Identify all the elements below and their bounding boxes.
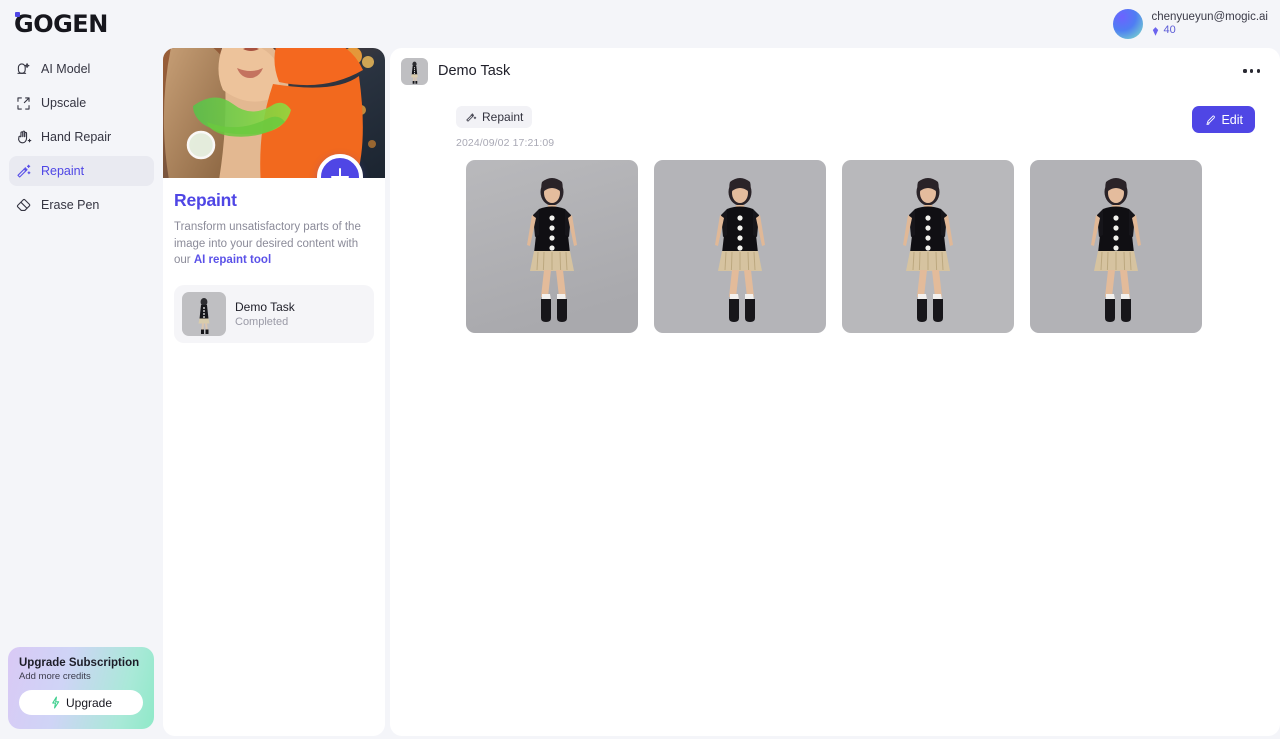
- upgrade-button-label: Upgrade: [65, 695, 113, 710]
- account-widget[interactable]: chenyueyun@mogic.ai 40: [1113, 9, 1268, 39]
- sidebar-item-upscale[interactable]: Upscale: [9, 88, 154, 118]
- gallery-image[interactable]: [1030, 160, 1202, 333]
- tool-panel: Repaint Transform unsatisfactory parts o…: [163, 48, 385, 736]
- edit-button-label: Edit: [1221, 112, 1243, 127]
- task-name: Demo Task: [235, 300, 295, 315]
- sidebar-item-label: AI Model: [41, 62, 91, 76]
- gem-icon: [1153, 26, 1159, 36]
- brush-icon: [1206, 114, 1216, 125]
- sidebar-item-label: Erase Pen: [41, 198, 100, 212]
- credits-badge: 40: [1151, 24, 1268, 38]
- upgrade-title: Upgrade Subscription: [19, 657, 140, 669]
- lightning-bolt-icon: [52, 696, 60, 709]
- status-badge-label: Repaint: [482, 110, 524, 124]
- model-photo: [466, 160, 638, 333]
- upgrade-button[interactable]: Upgrade: [19, 690, 143, 715]
- upscale-icon: [17, 96, 30, 110]
- model-photo: [654, 160, 826, 333]
- ai-repaint-tool-link[interactable]: AI repaint tool: [194, 254, 271, 266]
- ai-model-icon: [17, 62, 30, 74]
- credits-count: 40: [1163, 24, 1176, 37]
- sidebar-item-ai-model[interactable]: AI Model: [9, 54, 154, 84]
- page-title: Demo Task: [438, 63, 511, 79]
- hand-repair-icon: [18, 130, 32, 143]
- repaint-hero-image: [163, 48, 385, 178]
- task-thumbnail: [182, 292, 226, 337]
- task-meta-row: Repaint 2024/09/02 17:21:09 Edit: [390, 94, 1280, 149]
- gallery-image[interactable]: [842, 160, 1014, 333]
- dot: [1256, 69, 1260, 73]
- app-logo[interactable]: GOGEN: [14, 10, 108, 38]
- gallery-image[interactable]: [466, 160, 638, 333]
- model-photo: [842, 160, 1014, 333]
- upgrade-subtitle: Add more credits: [19, 671, 91, 682]
- eraser-icon: [16, 198, 31, 211]
- task-list-item[interactable]: Demo Task Completed: [174, 285, 374, 344]
- model-thumbnail: [401, 57, 428, 85]
- account-email: chenyueyun@mogic.ai: [1151, 10, 1268, 23]
- edit-button[interactable]: Edit: [1192, 106, 1255, 133]
- sidebar-item-label: Upscale: [41, 96, 87, 110]
- panel-title: Repaint: [174, 190, 237, 210]
- sidebar-item-label: Repaint: [41, 164, 85, 178]
- more-horizontal-icon[interactable]: [1241, 63, 1262, 78]
- task-timestamp: 2024/09/02 17:21:09: [456, 137, 555, 149]
- gallery-image[interactable]: [654, 160, 826, 333]
- magic-wand-icon: [466, 113, 477, 122]
- avatar: [1113, 9, 1144, 39]
- sidebar-item-erase-pen[interactable]: Erase Pen: [9, 190, 154, 220]
- task-header: Demo Task: [390, 48, 1280, 94]
- sidebar-item-repaint[interactable]: Repaint: [9, 156, 154, 186]
- status-badge: Repaint: [456, 106, 533, 128]
- model-photo: [1030, 160, 1202, 333]
- task-header-thumbnail: [401, 57, 428, 85]
- dot: [1250, 69, 1254, 73]
- result-gallery: [390, 149, 1280, 333]
- magic-wand-icon: [17, 164, 31, 178]
- dot: [1243, 69, 1247, 73]
- model-thumbnail: [182, 292, 226, 337]
- upgrade-subscription-card: Upgrade Subscription Add more credits Up…: [8, 647, 154, 729]
- main-content-panel: Demo Task Repaint 2024/09/02 17:21:09 Ed…: [390, 48, 1280, 736]
- sidebar-item-label: Hand Repair: [41, 130, 112, 144]
- panel-description: Transform unsatisfactory parts of the im…: [174, 219, 374, 269]
- logo-text: GOGEN: [14, 10, 108, 38]
- top-bar: GOGEN chenyueyun@mogic.ai 40: [0, 0, 1280, 48]
- task-status: Completed: [235, 316, 289, 329]
- sidebar-item-hand-repair[interactable]: Hand Repair: [9, 122, 154, 152]
- sidebar: AI Model Upscale Hand Repair Repaint Era…: [0, 48, 163, 739]
